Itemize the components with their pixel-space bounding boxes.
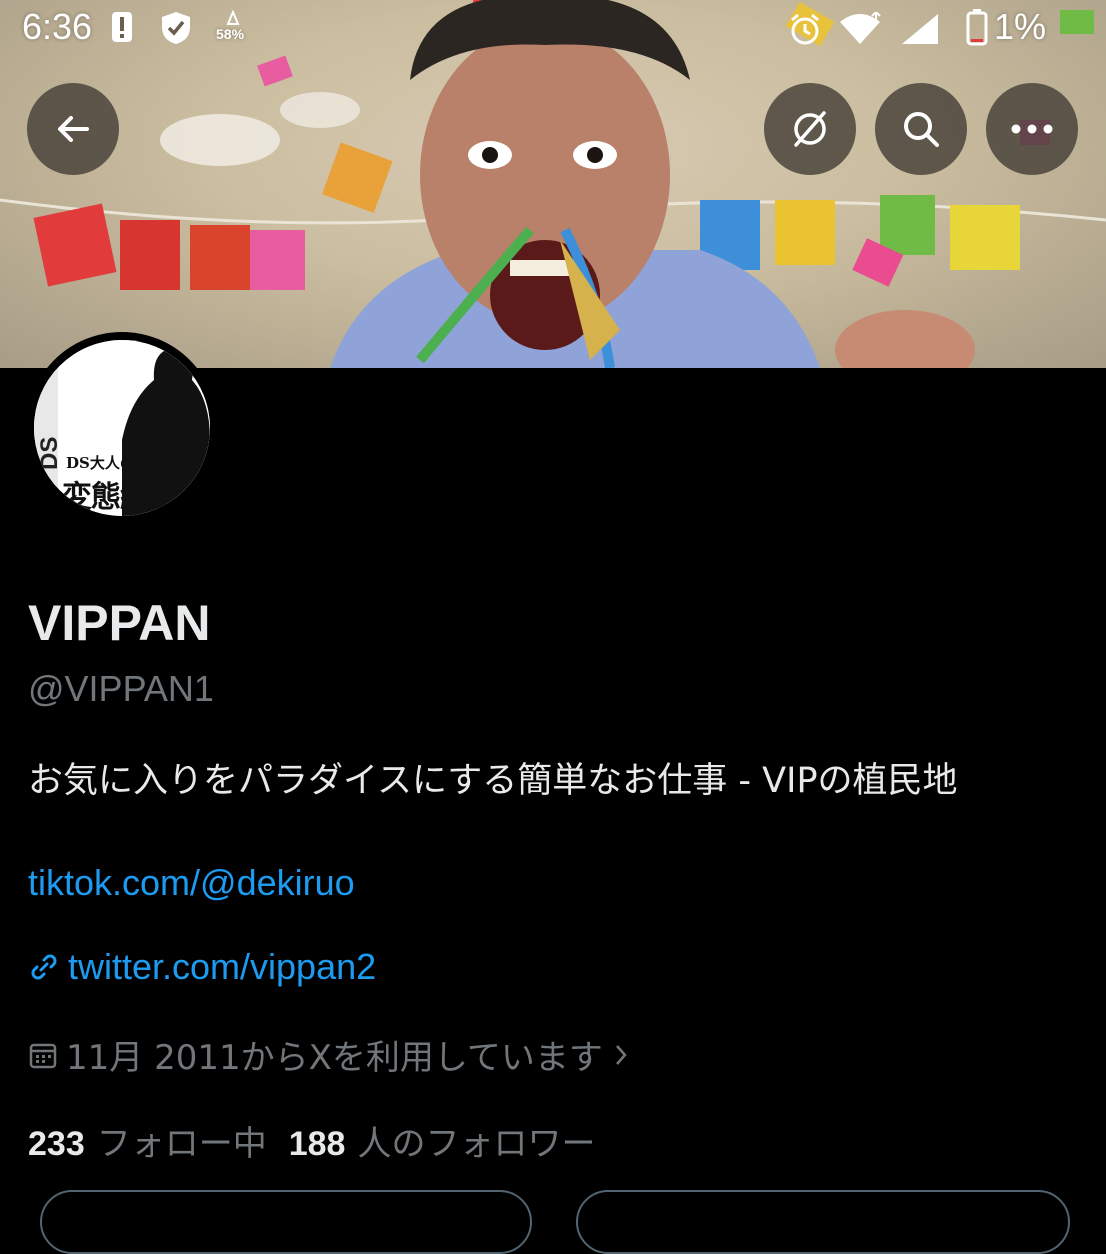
joined-date[interactable]: 11月 2011からXを利用しています <box>28 1030 631 1079</box>
back-button[interactable] <box>27 83 119 175</box>
shield-check-icon <box>160 10 192 51</box>
avatar-caption-big: 変態紳士 <box>62 480 179 515</box>
website-text: twitter.com/vippan2 <box>68 946 377 987</box>
followers-count: 188 <box>288 1125 346 1163</box>
alarm-icon <box>788 12 822 51</box>
status-time: 6:36 <box>22 6 93 47</box>
followers-link[interactable]: 188 人のフォロワー <box>289 1116 596 1165</box>
chevron-right-icon <box>615 1044 627 1065</box>
display-name: VIPPAN <box>28 595 211 651</box>
user-handle: @VIPPAN1 <box>28 668 214 709</box>
signal-icon <box>900 12 940 51</box>
alert-icon <box>110 10 134 49</box>
back-arrow-icon <box>58 116 89 142</box>
battery-icon <box>966 8 988 51</box>
more-dots-icon <box>1011 124 1053 134</box>
follow-counts: 233 フォロー中 188 人のフォロワー <box>28 1116 595 1165</box>
joined-text: 11月 2011からXを利用しています <box>66 1038 603 1078</box>
search-icon <box>904 112 939 147</box>
link-icon <box>31 954 57 980</box>
avatar-image: DS DS大人の 変態紳士 <box>34 340 210 516</box>
following-count: 233 <box>28 1125 85 1163</box>
following-link[interactable]: 233 フォロー中 <box>28 1116 267 1165</box>
profile-avatar[interactable]: DS DS大人の 変態紳士 <box>26 332 218 524</box>
avatar-caption-small: DS大人の <box>66 454 135 472</box>
notification-badge: 58% <box>216 26 245 42</box>
avatar-side-text: DS <box>36 436 63 470</box>
status-bar: 6:36 58% 1% <box>0 0 1106 56</box>
battery-percentage: 1% <box>993 6 1046 47</box>
following-label: フォロー中 <box>96 1124 267 1164</box>
bio-link[interactable]: tiktok.com/@dekiruo <box>28 862 355 904</box>
grok-button[interactable] <box>764 83 856 175</box>
profile-bio: お気に入りをパラダイスにする簡単なお仕事 - VIPの植民地 <box>28 761 958 801</box>
wifi-icon <box>838 10 882 51</box>
search-button[interactable] <box>875 83 967 175</box>
followers-label: 人のフォロワー <box>357 1124 596 1164</box>
website-link[interactable]: twitter.com/vippan2 <box>28 946 376 988</box>
calendar-icon <box>29 1043 57 1068</box>
slash-circle-icon <box>794 111 826 147</box>
more-button[interactable] <box>986 83 1078 175</box>
